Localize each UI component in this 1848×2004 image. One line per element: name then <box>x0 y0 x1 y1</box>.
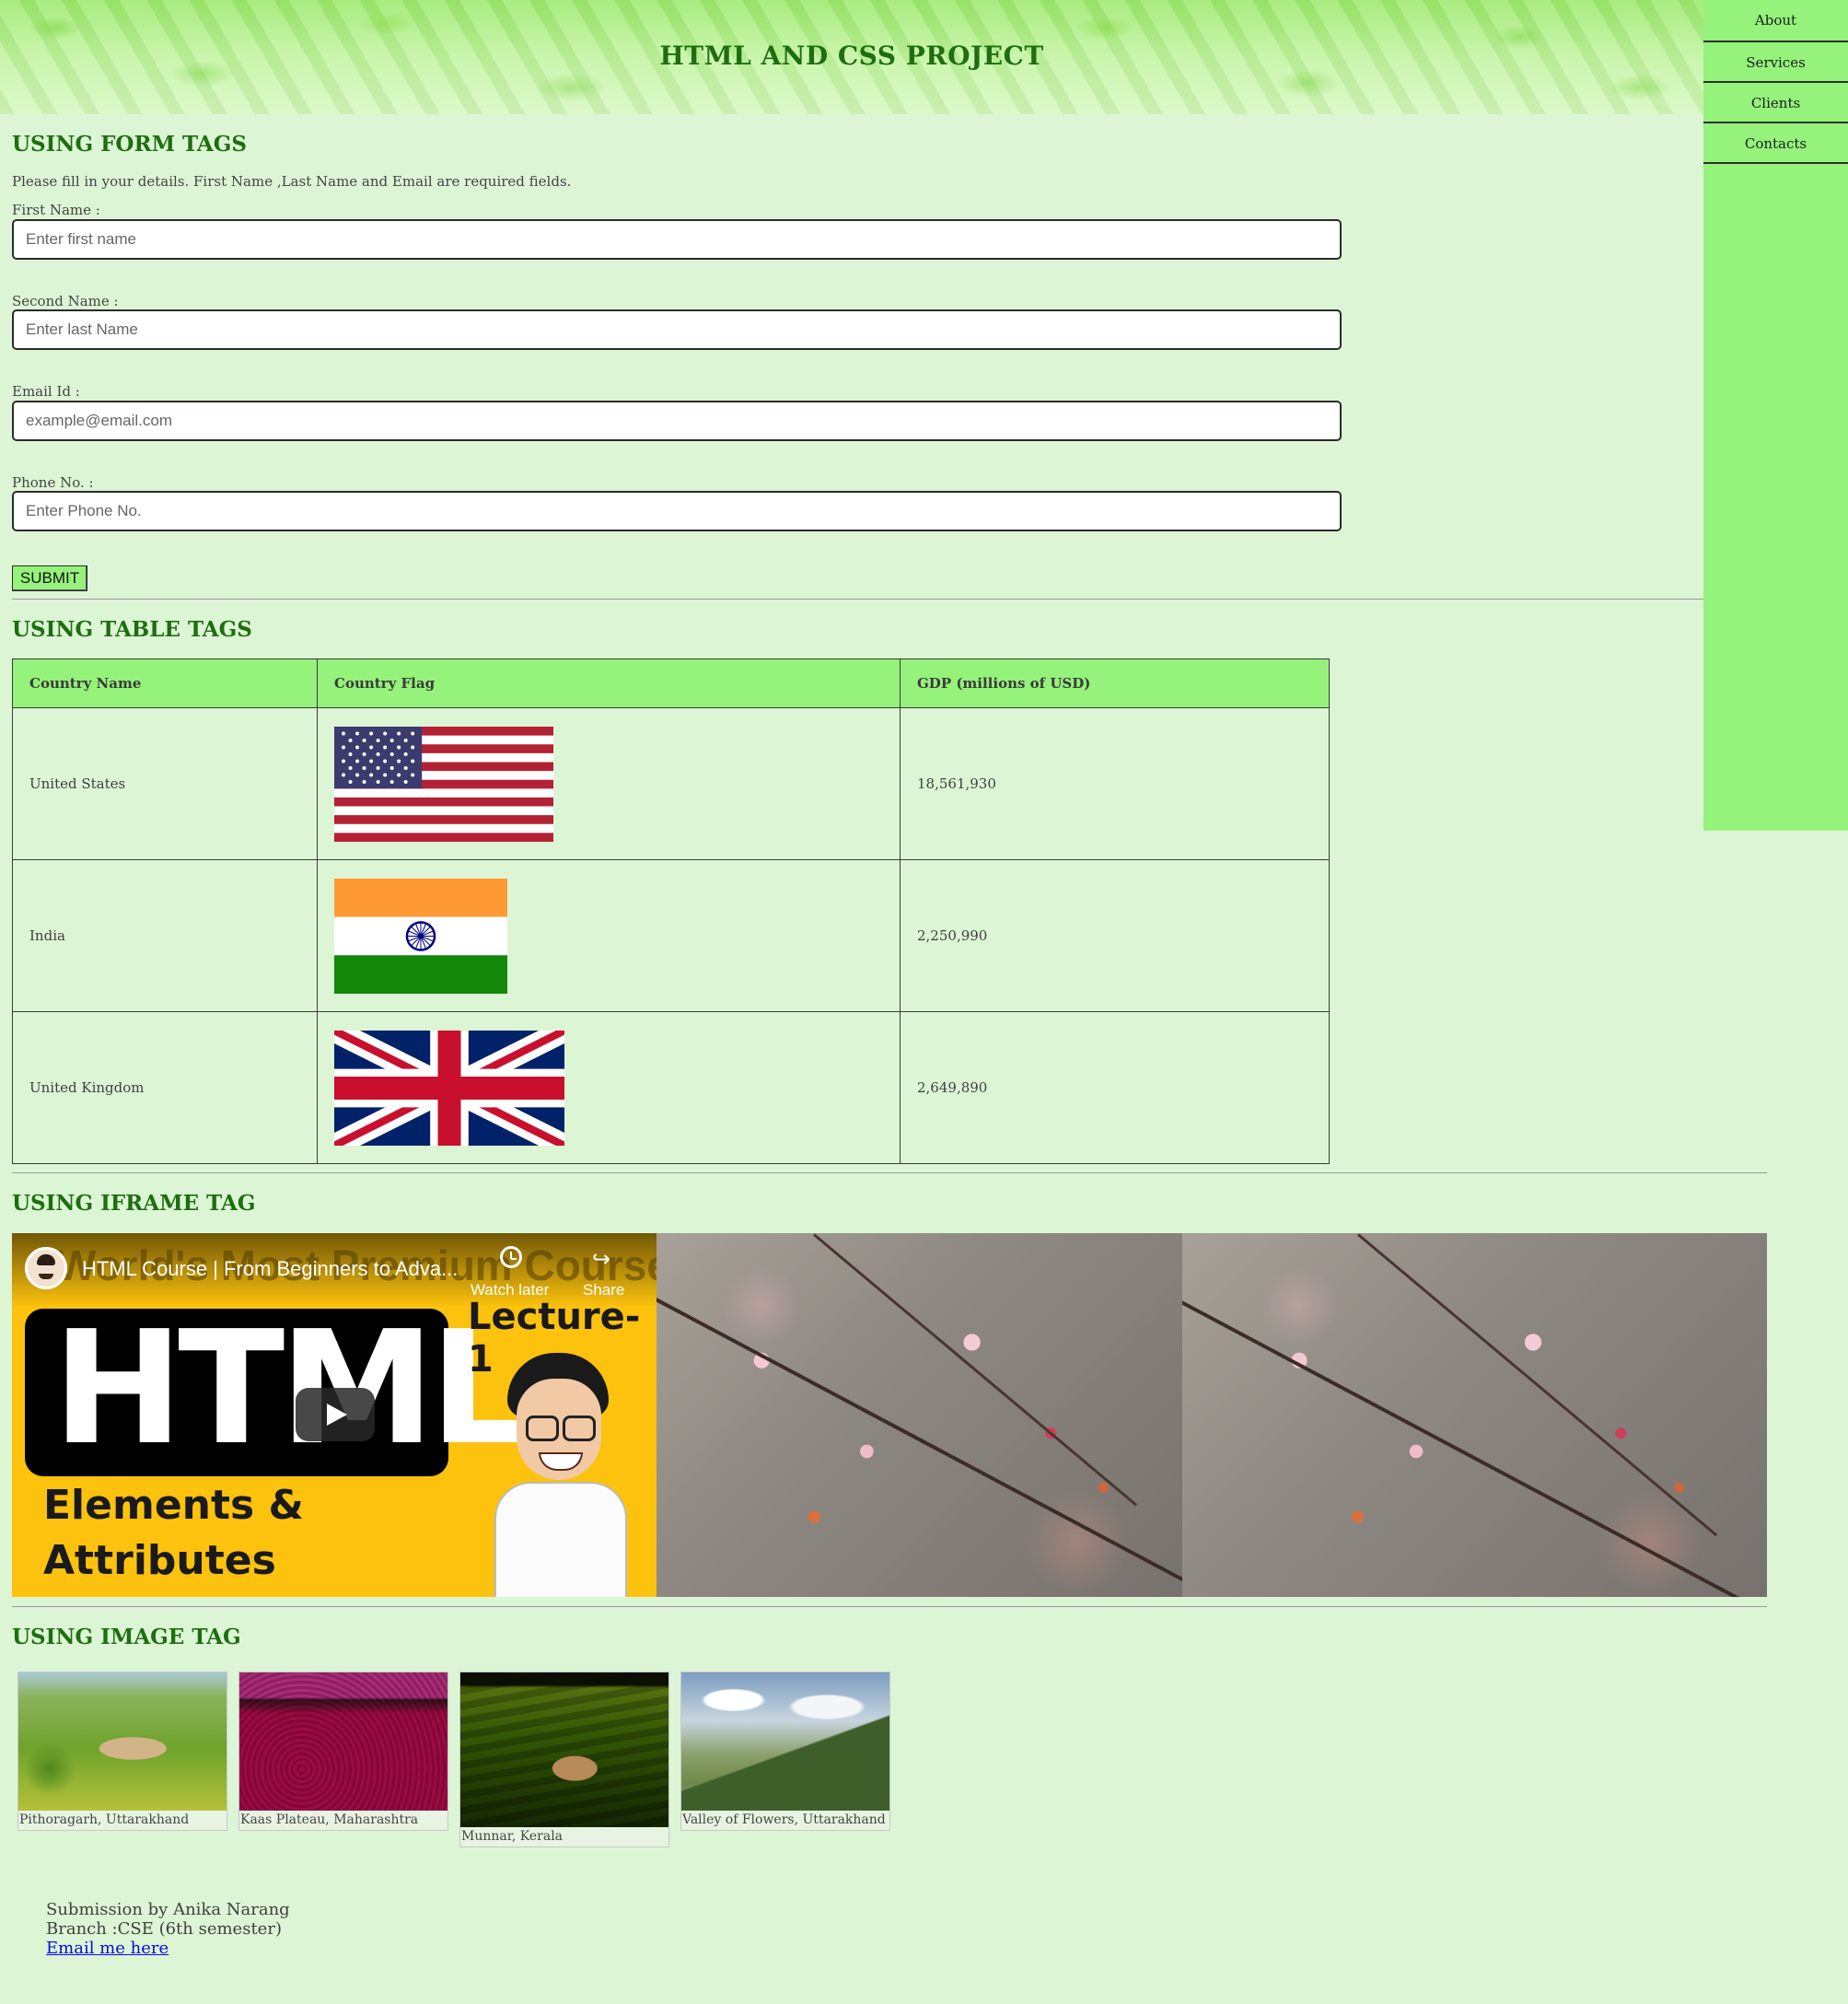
nav-item-contacts[interactable]: Contacts <box>1703 123 1848 164</box>
country-cell: United Kingdom <box>12 1011 318 1164</box>
landscape-photo <box>681 1672 889 1811</box>
image-caption: Munnar, Kerala <box>461 1829 564 1844</box>
clock-icon[interactable] <box>500 1246 522 1268</box>
image-caption: Pithoragarh, Uttarakhand <box>19 1812 190 1827</box>
page-header: HTML AND CSS PROJECT <box>0 0 1703 114</box>
video-title[interactable]: HTML Course | From Beginners to Adva... <box>82 1257 458 1281</box>
gdp-cell: 2,250,990 <box>900 859 1330 1012</box>
landscape-photo <box>18 1672 227 1811</box>
video-subtitle-line1: Elements & <box>43 1482 304 1529</box>
table-header-row: Country Name Country Flag GDP (millions … <box>12 658 1330 708</box>
gdp-cell: 18,561,930 <box>900 707 1330 860</box>
landscape-photo <box>460 1672 668 1827</box>
html-text-box: HTML <box>25 1301 529 1476</box>
gallery-item: Pithoragarh, Uttarakhand <box>17 1672 227 1831</box>
html-big-text: HTML <box>52 1298 529 1480</box>
play-button[interactable] <box>296 1388 375 1441</box>
footer-branch: Branch :CSE (6th semester) <box>46 1919 282 1939</box>
gallery-item: Kaas Plateau, Maharashtra <box>238 1672 448 1831</box>
first-name-input[interactable] <box>12 219 1342 260</box>
side-nav: About Services Clients Contacts <box>1703 0 1848 831</box>
nav-item-services[interactable]: Services <box>1703 42 1848 83</box>
section-divider <box>12 1172 1767 1173</box>
email-link[interactable]: Email me here <box>46 1939 169 1958</box>
us-flag-icon <box>334 726 553 842</box>
nav-item-clients[interactable]: Clients <box>1703 83 1848 123</box>
second-name-label: Second Name : <box>12 293 119 309</box>
form-note: Please fill in your details. First Name … <box>12 173 572 190</box>
second-name-input[interactable] <box>12 309 1342 350</box>
table-row: India 2,250,990 <box>12 859 1330 1012</box>
submit-button[interactable]: SUBMIT <box>12 565 87 591</box>
country-cell: India <box>12 859 318 1012</box>
form-section-heading: USING FORM TAGS <box>12 132 247 157</box>
uk-flag-icon <box>334 1030 564 1146</box>
landscape-photo <box>239 1672 447 1811</box>
video-subtitle: Elements & Attributes <box>43 1478 304 1589</box>
gdp-cell: 2,649,890 <box>900 1011 1330 1164</box>
column-header-gdp: GDP (millions of USD) <box>900 658 1330 708</box>
email-label: Email Id : <box>12 383 80 400</box>
section-divider <box>12 599 1703 600</box>
phone-label: Phone No. : <box>12 474 94 491</box>
blossom-image <box>657 1233 1182 1597</box>
table-row: United States 18,561,930 <box>12 707 1330 860</box>
share-icon[interactable]: ↪ <box>592 1246 610 1272</box>
flag-cell <box>317 707 901 860</box>
youtube-video-embed[interactable]: World's Most Premium Course on HTML Cour… <box>12 1233 657 1597</box>
flag-cell <box>317 859 901 1012</box>
iframe-section-heading: USING IFRAME TAG <box>12 1191 256 1216</box>
play-icon <box>327 1404 347 1426</box>
section-divider <box>12 1606 1767 1607</box>
channel-avatar[interactable] <box>25 1247 67 1289</box>
image-section-heading: USING IMAGE TAG <box>12 1625 241 1649</box>
column-header-flag: Country Flag <box>317 658 901 708</box>
column-header-country: Country Name <box>12 658 318 708</box>
phone-input[interactable] <box>12 491 1342 531</box>
footer-author: Submission by Anika Narang <box>46 1900 290 1919</box>
image-caption: Kaas Plateau, Maharashtra <box>240 1812 419 1827</box>
email-input[interactable] <box>12 401 1342 441</box>
blossom-image <box>1182 1233 1767 1597</box>
gdp-table: Country Name Country Flag GDP (millions … <box>12 658 1330 1164</box>
footer: Submission by Anika Narang Branch :CSE (… <box>46 1900 290 1958</box>
video-subtitle-line2: Attributes <box>43 1537 276 1584</box>
gallery-item: Munnar, Kerala <box>459 1672 669 1847</box>
table-section-heading: USING TABLE TAGS <box>12 617 252 642</box>
first-name-label: First Name : <box>12 202 100 218</box>
image-caption: Valley of Flowers, Uttarakhand <box>682 1812 886 1827</box>
flag-cell <box>317 1011 901 1164</box>
cartoon-presenter-icon <box>491 1344 629 1597</box>
page-title: HTML AND CSS PROJECT <box>659 41 1044 71</box>
nav-item-about[interactable]: About <box>1703 0 1848 42</box>
country-cell: United States <box>12 707 318 860</box>
gallery-item: Valley of Flowers, Uttarakhand <box>680 1672 890 1831</box>
table-row: United Kingdom 2,649,890 <box>12 1011 1330 1164</box>
india-flag-icon <box>334 878 507 994</box>
